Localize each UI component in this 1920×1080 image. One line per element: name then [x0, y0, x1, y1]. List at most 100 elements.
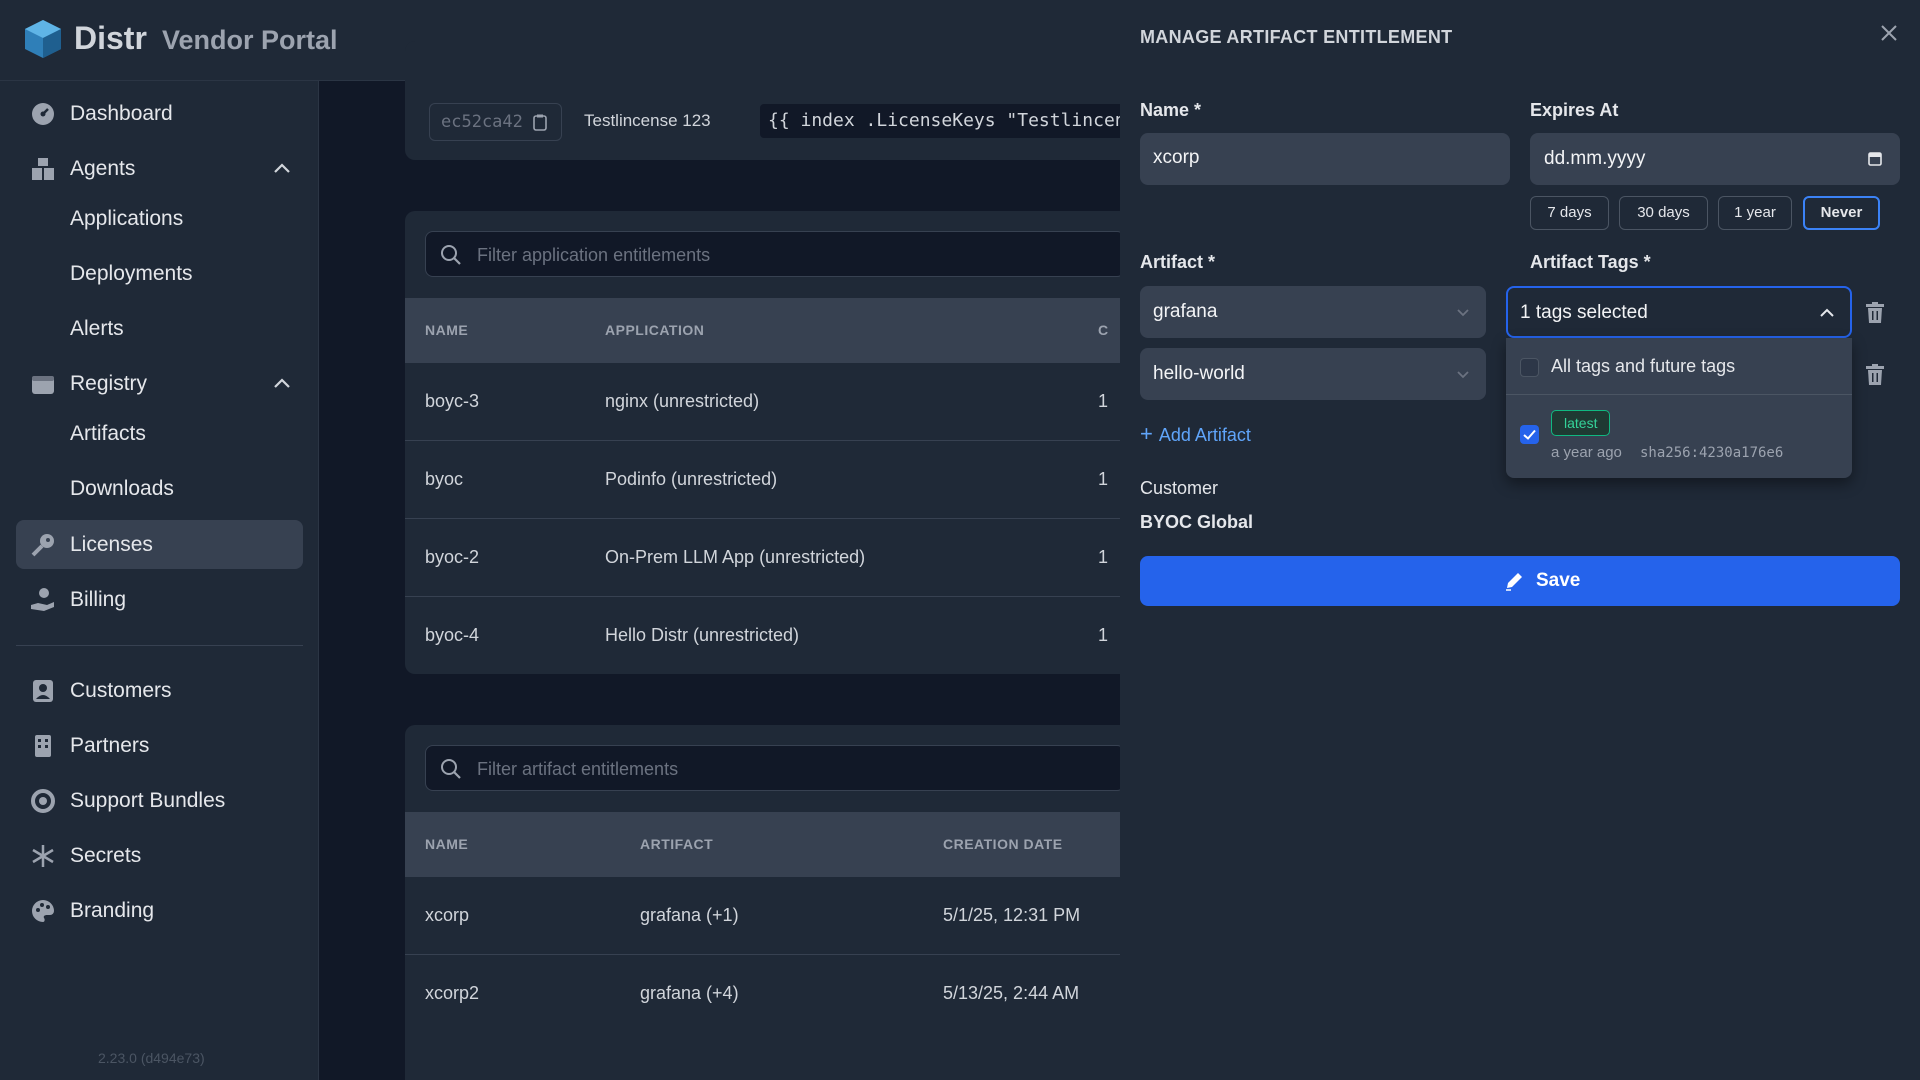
sidebar-item-agents[interactable]: Agents	[16, 144, 303, 193]
sidebar-item-label: Billing	[70, 587, 127, 611]
table-header: NAME APPLICATION C	[405, 298, 1165, 362]
artifact-tags-select[interactable]: 1 tags selected	[1506, 286, 1852, 338]
cell-artifact: grafana (+4)	[640, 983, 739, 1003]
column-header[interactable]: ARTIFACT	[640, 836, 713, 852]
menu-divider	[1506, 394, 1852, 395]
artifact-tags-label: Artifact Tags *	[1530, 252, 1651, 272]
artifact-label: Artifact *	[1140, 252, 1216, 272]
filter-placeholder: Filter application entitlements	[477, 245, 711, 265]
chevron-up-icon[interactable]	[271, 373, 293, 395]
column-header[interactable]: NAME	[425, 322, 468, 338]
cell-creation-date: 5/13/25, 2:44 AM	[943, 983, 1080, 1003]
palette-icon	[32, 900, 54, 922]
column-header[interactable]: C	[1098, 322, 1109, 338]
chevron-up-icon	[1820, 308, 1834, 317]
license-id-chip[interactable]: ec52ca42	[429, 103, 562, 141]
sidebar-item-support-bundles[interactable]: Support Bundles	[16, 776, 303, 825]
sidebar: Dashboard Agents Applications Deployment…	[0, 81, 319, 1080]
pencil-icon	[1506, 573, 1522, 591]
table-row[interactable]: byoc-4 Hello Distr (unrestricted) 1	[405, 596, 1165, 674]
filter-artifact-entitlements[interactable]: Filter artifact entitlements	[425, 745, 1125, 791]
license-name: Testlincense 123	[584, 111, 711, 130]
expires-at-input[interactable]: dd.mm.yyyy	[1530, 133, 1900, 185]
support-icon	[31, 789, 55, 813]
save-label: Save	[1536, 570, 1581, 591]
customer-label: Customer	[1140, 478, 1219, 498]
artifact-select[interactable]: grafana	[1140, 286, 1486, 338]
tag-badge: latest	[1551, 410, 1611, 436]
main-content: ec52ca42 Testlincense 123 {{ index .Lice…	[320, 41, 1165, 1080]
check-icon	[1523, 429, 1536, 440]
brand-subtitle: Vendor Portal	[162, 25, 338, 55]
search-icon	[441, 759, 461, 779]
sidebar-item-alerts[interactable]: Alerts	[16, 304, 303, 353]
artifact-select[interactable]: hello-world	[1140, 348, 1486, 400]
sidebar-item-branding[interactable]: Branding	[16, 886, 303, 935]
name-input[interactable]: xcorp	[1140, 133, 1510, 185]
quick-expiry-never-button[interactable]: Never	[1803, 196, 1880, 230]
partners-icon	[35, 735, 51, 757]
sidebar-item-partners[interactable]: Partners	[16, 721, 303, 770]
table-row[interactable]: xcorp2 grafana (+4) 5/13/25, 2:44 AM	[405, 954, 1165, 1032]
trash-icon[interactable]	[1866, 302, 1884, 323]
trash-icon[interactable]	[1866, 364, 1884, 385]
registry-icon	[32, 376, 54, 394]
plus-icon: +	[1140, 421, 1153, 446]
column-header[interactable]: APPLICATION	[605, 322, 704, 338]
chevron-down-icon	[1457, 309, 1469, 317]
license-template-code: {{ index .LicenseKeys "Testlincens	[760, 104, 1165, 138]
agents-icon	[32, 158, 54, 180]
filter-application-entitlements[interactable]: Filter application entitlements	[425, 231, 1125, 277]
sidebar-item-secrets[interactable]: Secrets	[16, 831, 303, 880]
sidebar-item-deployments[interactable]: Deployments	[16, 249, 303, 298]
tag-latest-checkbox[interactable]	[1520, 425, 1539, 444]
sidebar-item-label: Registry	[70, 371, 148, 395]
table-row[interactable]: xcorp grafana (+1) 5/1/25, 12:31 PM	[405, 876, 1165, 954]
sidebar-item-dashboard[interactable]: Dashboard	[16, 89, 303, 138]
name-value: xcorp	[1153, 147, 1200, 168]
table-row[interactable]: boyc-3 nginx (unrestricted) 1	[405, 362, 1165, 440]
column-header[interactable]: CREATION DATE	[943, 836, 1063, 852]
cell-name: byoc-2	[425, 547, 480, 567]
artifact-select-value: grafana	[1153, 301, 1218, 322]
sidebar-item-artifacts[interactable]: Artifacts	[16, 409, 303, 458]
sidebar-item-label: Branding	[70, 898, 155, 922]
sidebar-item-label: Dashboard	[70, 101, 173, 125]
sidebar-item-label: Agents	[70, 156, 136, 180]
column-header[interactable]: NAME	[425, 836, 468, 852]
close-icon[interactable]	[1880, 24, 1898, 42]
expires-at-label: Expires At	[1530, 100, 1619, 120]
sidebar-divider	[16, 645, 303, 646]
cell-application: Podinfo (unrestricted)	[605, 469, 778, 489]
quick-expiry-1-year-button[interactable]: 1 year	[1718, 196, 1792, 230]
table-row[interactable]: byoc-2 On-Prem LLM App (unrestricted) 1	[405, 518, 1165, 596]
calendar-icon[interactable]	[1868, 151, 1882, 166]
all-tags-checkbox[interactable]	[1520, 358, 1539, 377]
cell-extra: 1	[1098, 391, 1109, 411]
cell-name: boyc-3	[425, 391, 480, 411]
sidebar-item-downloads[interactable]: Downloads	[16, 464, 303, 513]
save-button[interactable]: Save	[1140, 556, 1900, 606]
clipboard-icon[interactable]	[533, 114, 547, 131]
sidebar-item-registry[interactable]: Registry	[16, 359, 303, 408]
sidebar-item-customers[interactable]: Customers	[16, 666, 303, 715]
sidebar-item-billing[interactable]: Billing	[16, 575, 303, 624]
sidebar-item-applications[interactable]: Applications	[16, 194, 303, 243]
quick-expiry-7-days-button[interactable]: 7 days	[1530, 196, 1609, 230]
chevron-up-icon[interactable]	[271, 158, 293, 180]
sidebar-item-licenses[interactable]: Licenses	[16, 520, 303, 569]
sidebar-item-label: Artifacts	[70, 421, 146, 445]
all-tags-option-label[interactable]: All tags and future tags	[1551, 356, 1735, 377]
brand-name[interactable]: Distr	[74, 20, 147, 57]
table-row[interactable]: byoc Podinfo (unrestricted) 1	[405, 440, 1165, 518]
sidebar-item-label: Partners	[70, 733, 150, 757]
sidebar-item-label: Support Bundles	[70, 788, 226, 812]
cell-application: nginx (unrestricted)	[605, 391, 760, 411]
quick-expiry-30-days-button[interactable]: 30 days	[1619, 196, 1708, 230]
sidebar-item-label: Downloads	[70, 476, 174, 500]
filter-placeholder: Filter artifact entitlements	[477, 759, 679, 779]
cell-extra: 1	[1098, 625, 1109, 645]
cell-name: xcorp	[425, 905, 470, 925]
add-artifact-button[interactable]: + Add Artifact	[1140, 421, 1251, 447]
cell-extra: 1	[1098, 547, 1109, 567]
